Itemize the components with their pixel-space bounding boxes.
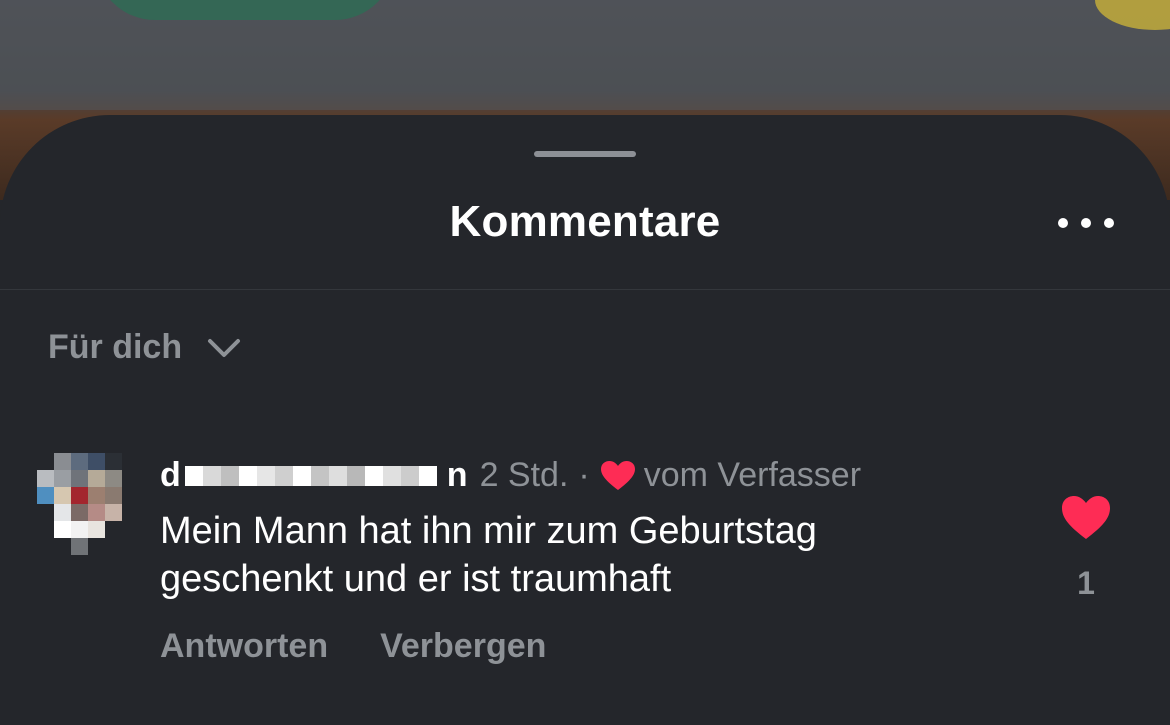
avatar-pixel [88,470,105,487]
comment-text-line: geschenkt und er ist traumhaft [160,558,672,600]
username-pixel [328,466,347,486]
avatar-pixel [71,538,88,555]
username-pixel [346,466,365,486]
sheet-drag-handle[interactable] [534,151,636,157]
comment-actions: Antworten Verbergen [160,627,598,666]
more-options-button[interactable] [1058,211,1114,235]
header-divider [0,289,1170,290]
username-pixel [382,466,401,486]
avatar-pixel [88,538,105,555]
avatar-pixel [54,453,71,470]
comment-text-line: Mein Mann hat ihn mir zum Geburtstag [160,510,817,552]
avatar-pixel [122,470,139,487]
avatar-pixel [122,538,139,555]
avatar-pixel [54,470,71,487]
avatar-pixel [105,504,122,521]
more-horizontal-icon [1058,218,1068,228]
avatar-pixel [105,521,122,538]
avatar-pixel [71,521,88,538]
avatar-pixel [88,453,105,470]
username[interactable]: dn [160,456,468,495]
username-pixel [310,466,329,486]
username-pixel [256,466,275,486]
meta-separator: · [578,456,590,494]
hide-button[interactable]: Verbergen [380,627,546,666]
avatar-pixel [54,504,71,521]
username-pixel [202,466,221,486]
comment-text: Mein Mann hat ihn mir zum Geburtstag ges… [160,507,980,603]
avatar-pixel [88,504,105,521]
like-count: 1 [1077,565,1095,601]
username-pixelated [184,466,437,486]
avatar-pixel [122,453,139,470]
avatar-pixel [37,470,54,487]
avatar-pixel [105,538,122,555]
username-pixel [274,466,293,486]
avatar-pixel [71,453,88,470]
username-pixel [400,466,419,486]
username-pixel [292,466,311,486]
avatar-pixel [122,521,139,538]
comment-timestamp: 2 Std. [479,456,569,494]
avatar[interactable] [37,453,141,561]
background-green-shape [95,0,395,20]
username-pixel [364,466,383,486]
avatar-pixel [105,453,122,470]
reply-button[interactable]: Antworten [160,627,328,666]
username-pixel [184,466,203,486]
username-pixel [220,466,239,486]
avatar-pixel [88,487,105,504]
more-horizontal-icon [1081,218,1091,228]
username-initial: d [160,456,181,494]
sheet-title: Kommentare [449,197,721,246]
avatar-pixel [37,521,54,538]
username-pixel [418,466,437,486]
heart-icon [600,460,635,490]
avatar-pixel [122,487,139,504]
chevron-down-icon [208,338,241,357]
avatar-pixel [54,521,71,538]
avatar-pixel [37,504,54,521]
avatar-pixel [71,470,88,487]
creator-liked-label: vom Verfasser [643,456,862,494]
avatar-pixel [105,470,122,487]
avatar-pixel [54,538,71,555]
avatar-pixel [71,487,88,504]
avatar-pixel [71,504,88,521]
avatar-pixel [54,487,71,504]
comment-meta: dn 2 Std. · vom Verfasser [160,456,861,495]
like-heart-icon[interactable] [1060,494,1112,542]
avatar-pixel [37,538,54,555]
sort-label: Für dich [48,328,183,366]
avatar-pixel [37,487,54,504]
avatar-pixel [37,453,54,470]
comments-sheet: Kommentare Für dich dn 2 Std. · vom Verf… [0,115,1170,725]
sort-dropdown[interactable]: Für dich [48,328,242,367]
avatar-pixel [105,487,122,504]
avatar-pixel [88,521,105,538]
avatar-pixel [122,504,139,521]
more-horizontal-icon [1104,218,1114,228]
username-pixel [238,466,257,486]
username-ending: n [446,456,468,494]
